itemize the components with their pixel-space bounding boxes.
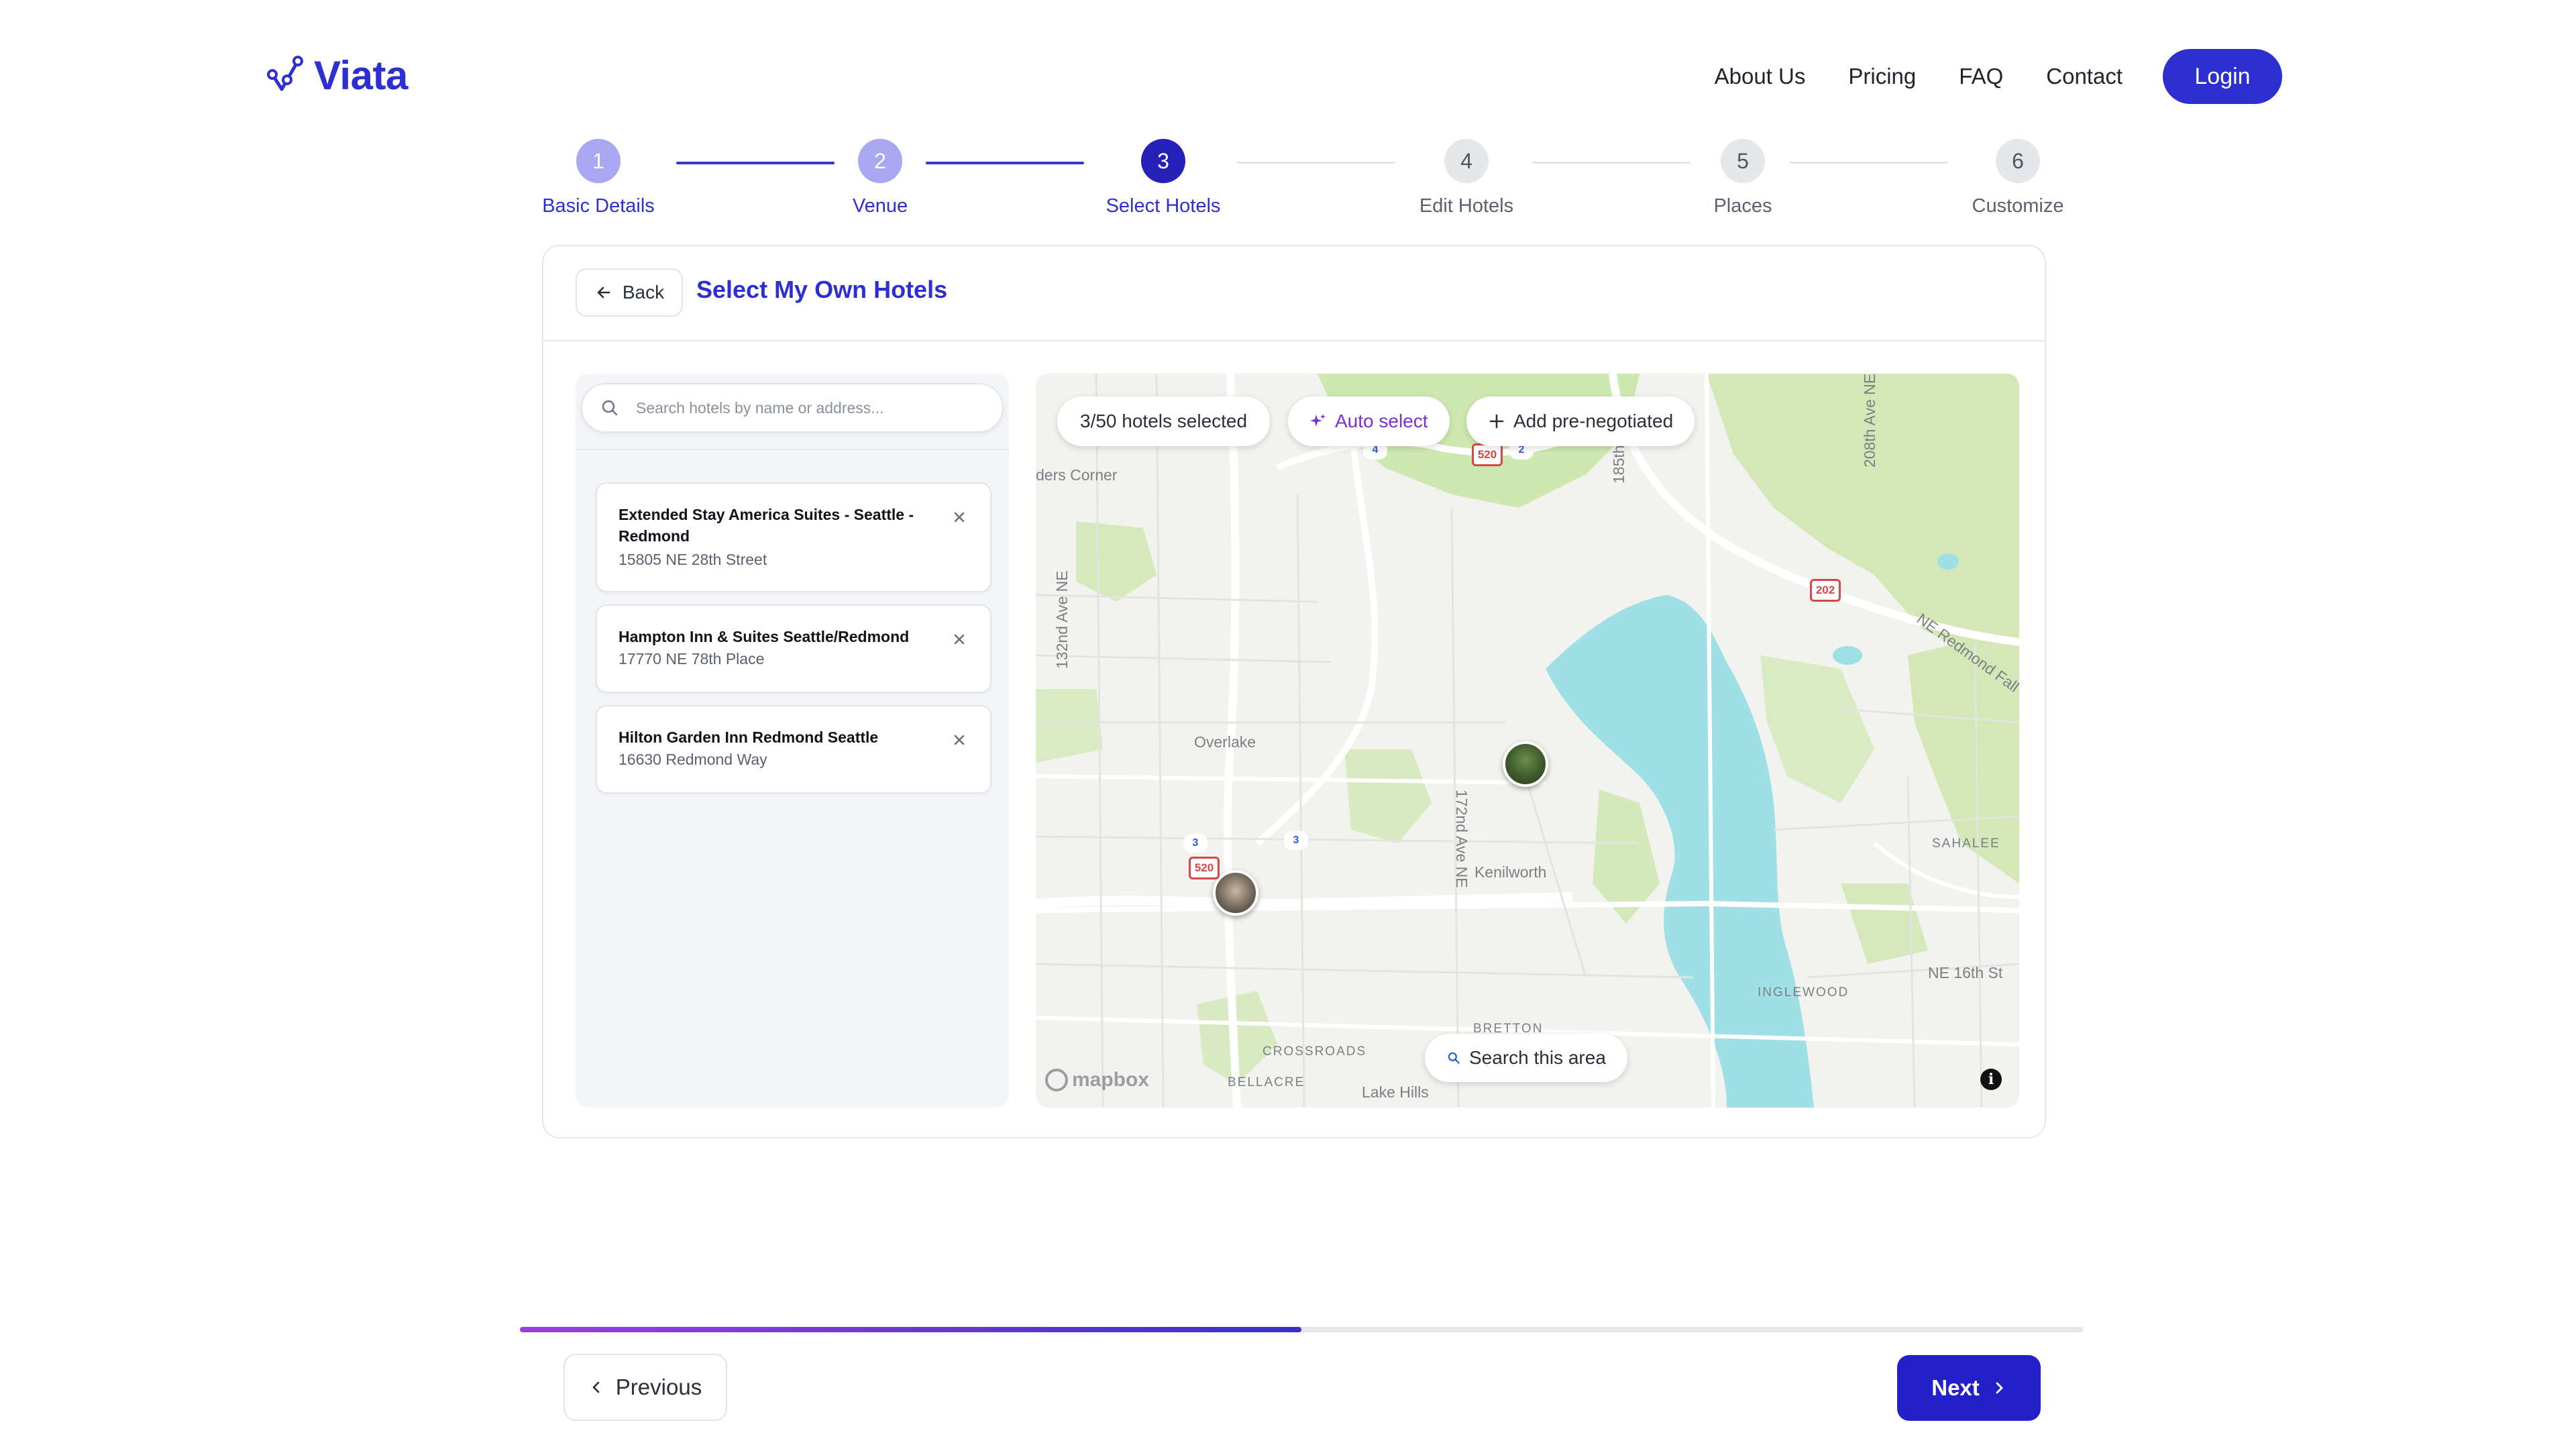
map-label: NE 16th St — [1928, 964, 2003, 981]
map-label: 132nd Ave NE — [1053, 570, 1071, 669]
selected-count-text: 3/50 hotels selected — [1080, 411, 1248, 431]
wizard-progress-bar — [520, 1327, 2083, 1332]
step-basic-details[interactable]: 1 Basic Details — [511, 139, 686, 217]
step-select-hotels[interactable]: 3 Select Hotels — [1076, 139, 1250, 217]
step-number: 4 — [1444, 139, 1489, 183]
hotel-search-input[interactable] — [635, 398, 986, 418]
auto-select-label: Auto select — [1335, 411, 1428, 431]
mapbox-logo[interactable]: mapbox — [1045, 1069, 1149, 1091]
previous-button[interactable]: Previous — [564, 1354, 727, 1421]
highway-shield: 202 — [1810, 579, 1841, 602]
remove-hotel-icon[interactable] — [951, 631, 967, 647]
back-button[interactable]: Back — [576, 268, 683, 317]
map-label: BELLACRE — [1228, 1075, 1305, 1089]
map-label: INGLEWOOD — [1758, 985, 1849, 1000]
add-prenegotiated-label: Add pre-negotiated — [1513, 411, 1674, 431]
step-customize[interactable]: 6 Customize — [1931, 139, 2105, 217]
wizard-progress-fill — [520, 1327, 1301, 1332]
hotel-name: Extended Stay America Suites - Seattle -… — [619, 506, 914, 545]
next-button[interactable]: Next — [1897, 1355, 2041, 1421]
step-edit-hotels[interactable]: 4 Edit Hotels — [1379, 139, 1554, 217]
map-label: SAHALEE — [1932, 837, 2000, 851]
step-number: 2 — [858, 139, 902, 183]
arrow-left-icon — [597, 286, 610, 299]
step-label: Places — [1713, 195, 1772, 217]
add-prenegotiated-button[interactable]: Add pre-negotiated — [1466, 396, 1695, 446]
step-label: Customize — [1972, 195, 2064, 217]
step-number: 1 — [576, 139, 621, 183]
progress-stepper: 1 Basic Details 2 Venue 3 Select Hotels … — [0, 0, 2576, 228]
map-label: ders Corner — [1036, 466, 1118, 484]
hotel-map-marker[interactable] — [1213, 870, 1258, 916]
step-label: Basic Details — [542, 195, 655, 217]
sparkle-icon — [1310, 414, 1326, 427]
step-label: Select Hotels — [1106, 195, 1221, 217]
divider — [576, 449, 1009, 450]
next-label: Next — [1931, 1375, 1980, 1400]
hotel-name: Hilton Garden Inn Redmond Seattle — [619, 729, 879, 746]
selected-hotel-card[interactable]: Hampton Inn & Suites Seattle/Redmond 177… — [596, 604, 991, 693]
auto-select-button[interactable]: Auto select — [1288, 396, 1450, 446]
search-icon — [602, 400, 618, 416]
remove-hotel-icon[interactable] — [951, 732, 967, 748]
hotel-list-panel: Extended Stay America Suites - Seattle -… — [576, 374, 1009, 1108]
selected-hotel-card[interactable]: Extended Stay America Suites - Seattle -… — [596, 482, 991, 592]
hotel-search-box[interactable] — [581, 383, 1004, 433]
selected-count-pill: 3/50 hotels selected — [1057, 396, 1271, 446]
search-this-area-label: Search this area — [1469, 1047, 1606, 1068]
chevron-left-icon — [592, 1381, 600, 1393]
route-badge: 3 — [1284, 831, 1308, 850]
plus-icon — [1489, 414, 1504, 429]
highway-shield: 520 — [1189, 857, 1220, 879]
step-label: Edit Hotels — [1419, 195, 1514, 217]
hotel-name: Hampton Inn & Suites Seattle/Redmond — [619, 628, 910, 645]
back-label: Back — [622, 282, 665, 303]
hotel-address: 15805 NE 28th Street — [619, 551, 767, 568]
highway-shield: 520 — [1472, 443, 1503, 466]
map-label: Lake Hills — [1362, 1083, 1429, 1101]
search-this-area-button[interactable]: Search this area — [1425, 1034, 1627, 1082]
map-base-layer — [1036, 374, 2019, 1108]
step-number: 3 — [1141, 139, 1185, 183]
hotel-address: 16630 Redmond Way — [619, 751, 767, 768]
step-number: 6 — [1996, 139, 2040, 183]
map-label: Kenilworth — [1474, 863, 1547, 881]
card-header: Back Select My Own Hotels — [543, 246, 2045, 341]
hotel-selection-card: Back Select My Own Hotels Extended Stay … — [542, 245, 2046, 1138]
mapbox-attribution: mapbox — [1072, 1069, 1150, 1091]
hotel-map-marker[interactable] — [1503, 741, 1548, 787]
step-places[interactable]: 5 Places — [1656, 139, 1830, 217]
hotel-address: 17770 NE 78th Place — [619, 650, 765, 667]
route-badge: 3 — [1183, 834, 1208, 853]
step-number: 5 — [1721, 139, 1765, 183]
step-venue[interactable]: 2 Venue — [793, 139, 967, 217]
card-title: Select My Own Hotels — [696, 276, 948, 303]
map-label: CROSSROADS — [1263, 1044, 1367, 1059]
step-label: Venue — [852, 195, 908, 217]
info-icon[interactable]: i — [1980, 1069, 2002, 1090]
hotel-map[interactable]: ders Corner Overlake Kenilworth CROSSROA… — [1036, 374, 2019, 1108]
mapbox-mark-icon — [1045, 1069, 1068, 1091]
remove-hotel-icon[interactable] — [951, 509, 967, 525]
map-label: 208th Ave NE — [1861, 374, 1878, 468]
chevron-right-icon — [1996, 1382, 2003, 1394]
selected-hotel-card[interactable]: Hilton Garden Inn Redmond Seattle 16630 … — [596, 705, 991, 794]
step-connector — [1237, 162, 1395, 164]
map-label: 185th — [1610, 445, 1627, 484]
search-icon — [1448, 1052, 1460, 1064]
map-label: 172nd Ave NE — [1453, 790, 1470, 888]
map-label: Overlake — [1194, 733, 1256, 751]
previous-label: Previous — [615, 1375, 702, 1399]
